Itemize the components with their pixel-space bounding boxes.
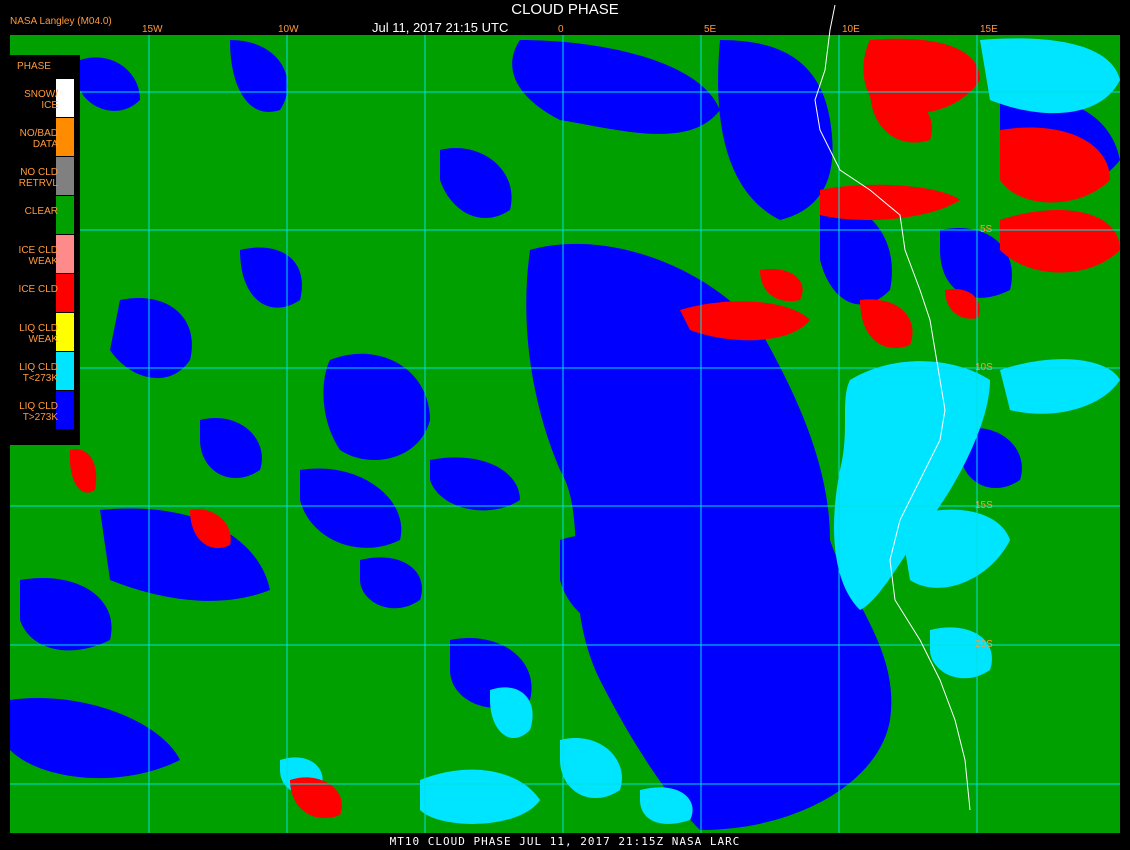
phase-legend: PHASE SNOW/ ICE NO/BAD DATA NO CLD RETRVL C… [8,55,80,445]
map-title: CLOUD PHASE [511,1,619,18]
legend-label: NO CLD RETRVL [18,167,58,189]
legend-swatch [56,157,74,195]
legend-swatch [56,313,74,351]
lon-label-15e: 15E [980,24,998,35]
legend-title: PHASE [17,61,51,72]
legend-swatch [56,79,74,117]
legend-label: ICE CLD [18,284,58,295]
legend-swatch [56,118,74,156]
legend-swatch [56,352,74,390]
legend-label: NO/BAD DATA [19,128,58,150]
lat-label-5s: 5S [980,224,993,235]
legend-label: LIQ CLD T<273K [19,362,58,384]
footer-caption: MT10 CLOUD PHASE JUL 11, 2017 21:15Z NAS… [389,835,741,848]
lat-label-20s: 20S [975,639,993,650]
lon-label-5e: 5E [704,24,717,35]
lon-label-15w: 15W [142,24,163,35]
cloud-phase-map [0,4,1130,835]
legend-swatch [56,235,74,273]
lat-label-10s: 10S [975,362,993,373]
lon-label-10e: 10E [842,24,860,35]
legend-label: CLEAR [24,206,58,217]
legend-label: ICE CLD WEAK [18,245,58,267]
legend-label: LIQ CLD T>273K [19,401,58,423]
legend-swatch [56,196,74,234]
map-datetime: Jul 11, 2017 21:15 UTC [372,20,509,35]
lon-label-10w: 10W [278,24,299,35]
legend-label: SNOW/ ICE [24,89,58,111]
lon-label-0: 0 [558,24,564,35]
legend-label: LIQ CLD WEAK [19,323,58,345]
legend-swatch [56,274,74,312]
lat-label-15s: 15S [975,500,993,511]
legend-swatch [56,391,74,429]
